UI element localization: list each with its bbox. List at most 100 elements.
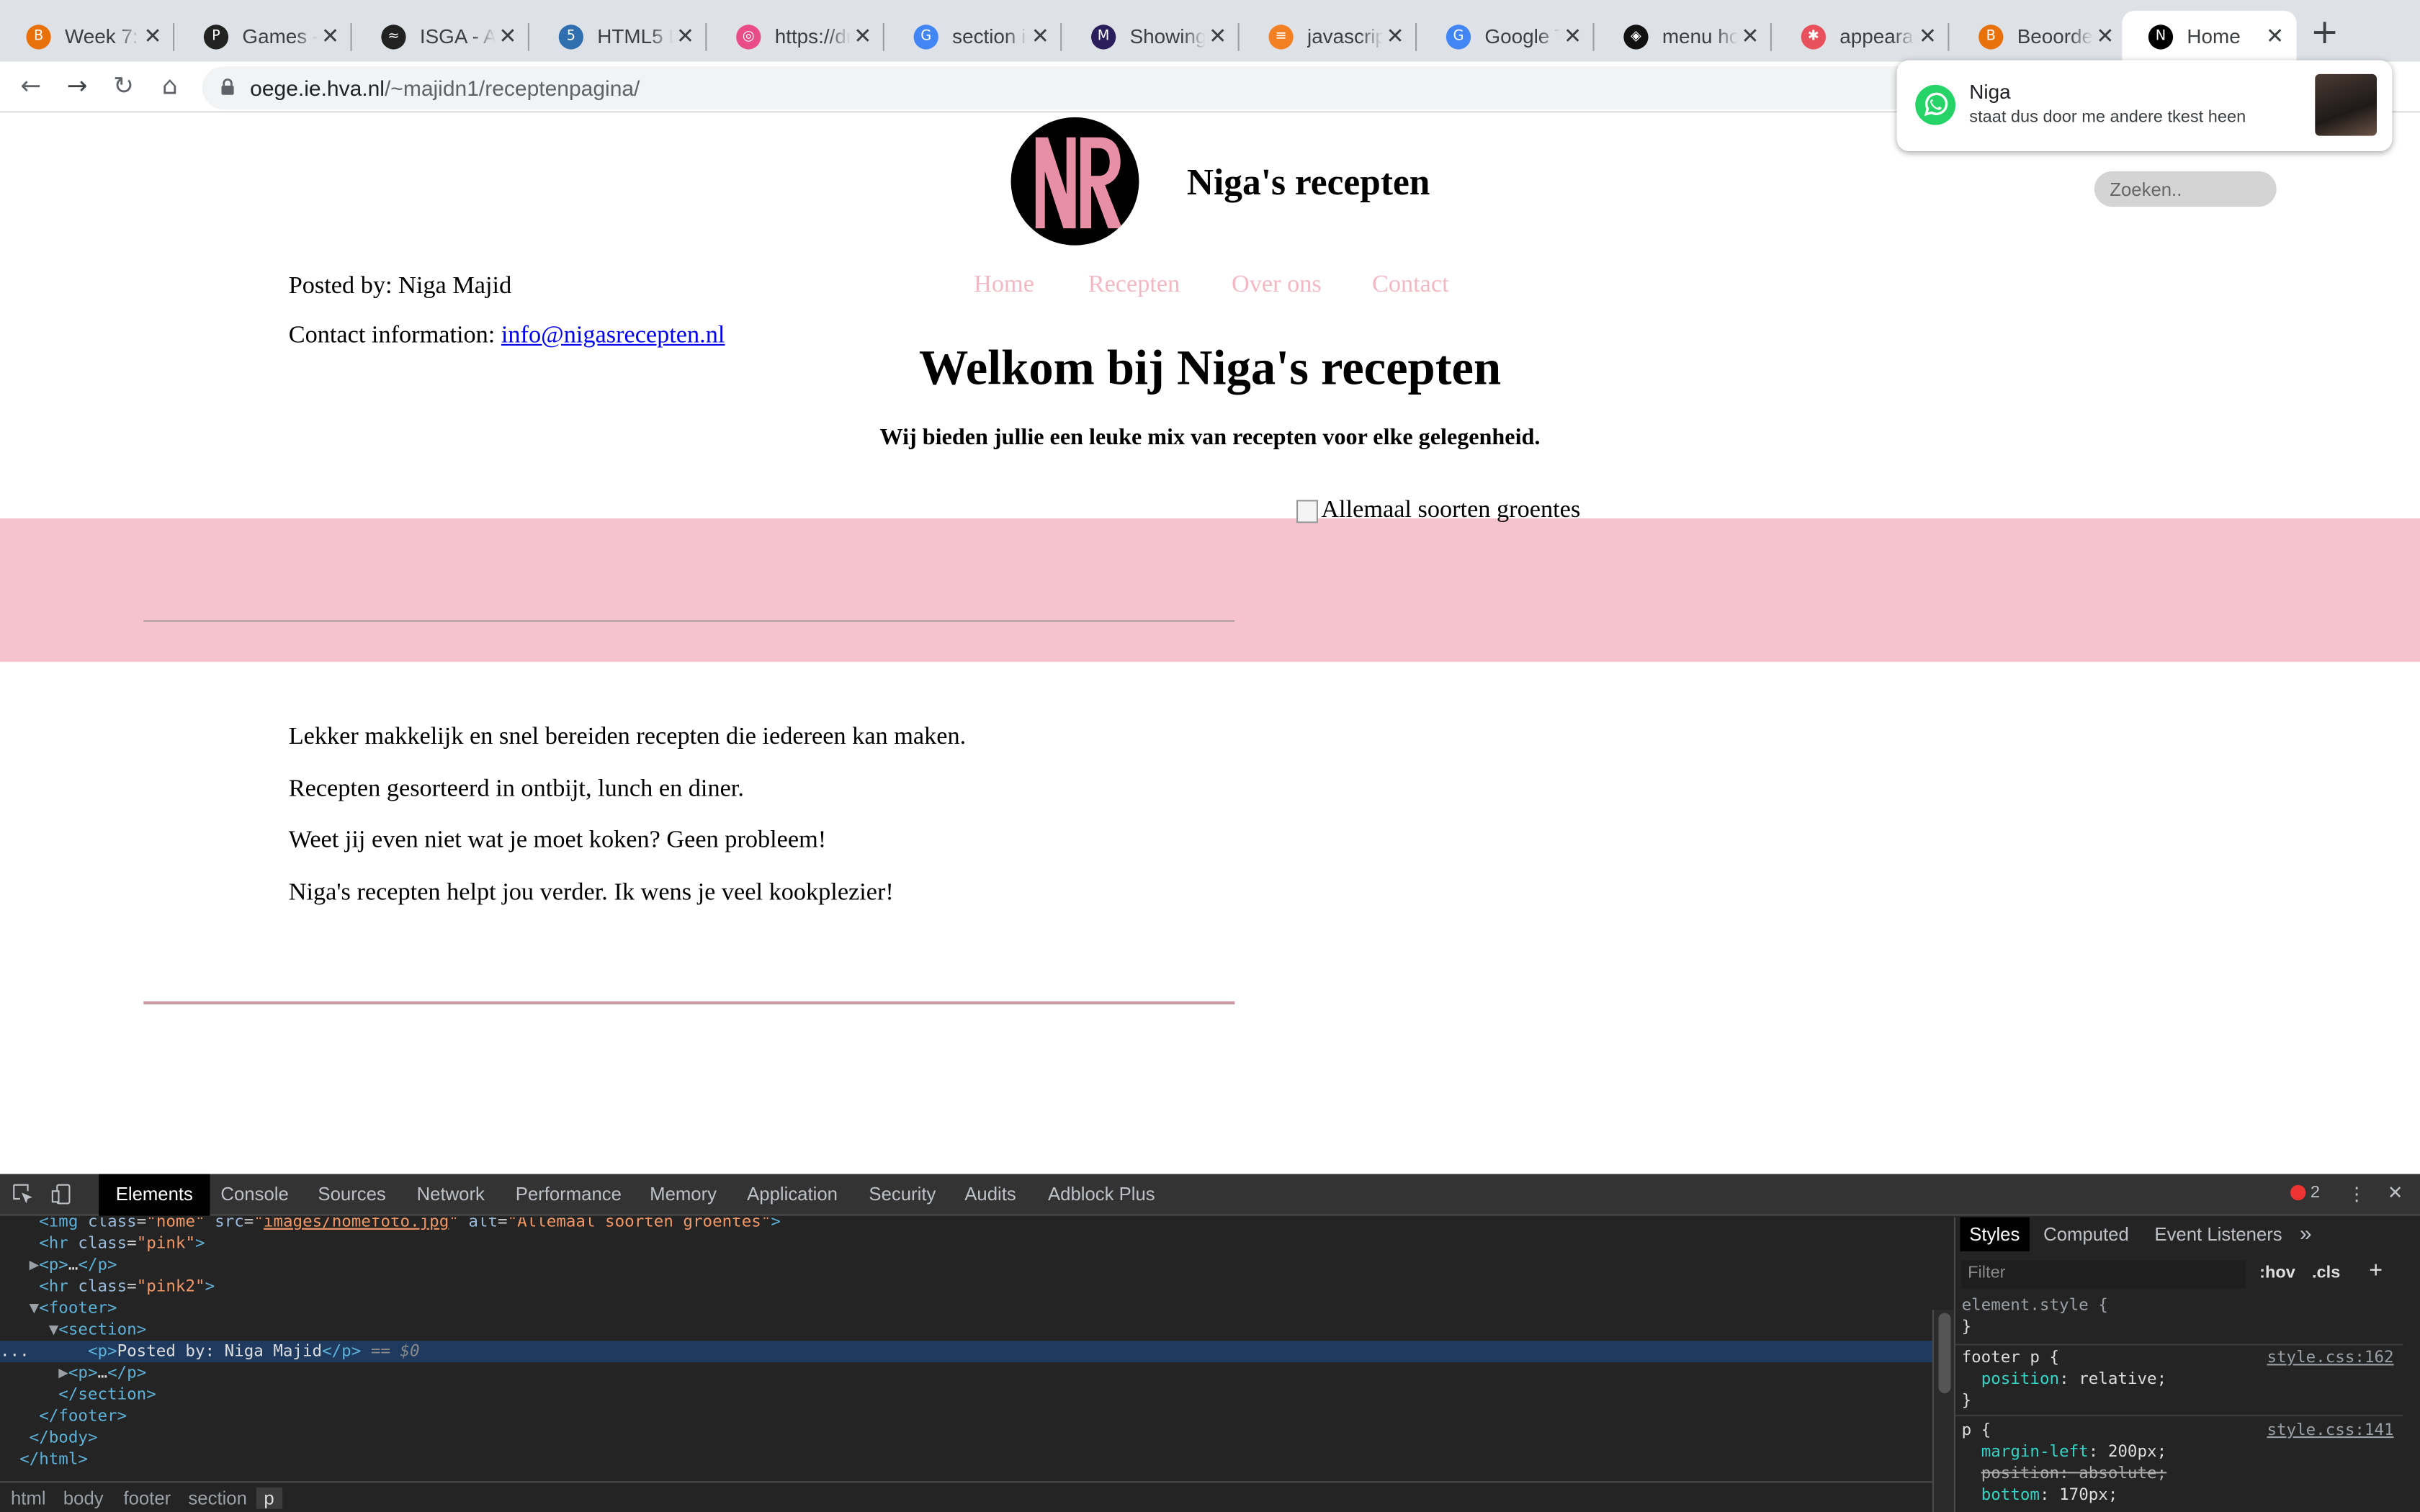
tab-close-icon[interactable]: ✕: [1738, 24, 1762, 48]
hov-toggle[interactable]: :hov: [2259, 1264, 2295, 1282]
devtools-tab-performance[interactable]: Performance: [516, 1184, 622, 1205]
browser-tab[interactable]: ◈ menu hove✕: [1597, 11, 1772, 62]
styles-filter-input[interactable]: Filter: [1961, 1260, 2246, 1289]
more-options-icon[interactable]: ⋮: [2346, 1184, 2367, 1205]
browser-tab[interactable]: Gsection in a✕: [887, 11, 1062, 62]
crumb-p[interactable]: p: [256, 1487, 282, 1509]
browser-tab[interactable]: M Showing re✕: [1065, 11, 1240, 62]
more-tabs-icon[interactable]: »: [2300, 1220, 2312, 1245]
rule-footer-p[interactable]: footer p { position: relative; } style.cs…: [1962, 1347, 2394, 1412]
nav-contact[interactable]: Contact: [1372, 271, 1449, 300]
nav-recepten[interactable]: Recepten: [1088, 271, 1180, 300]
devtools-tab-console[interactable]: Console: [220, 1184, 288, 1205]
devtools-tab-memory[interactable]: Memory: [650, 1184, 717, 1205]
dom-line-selected-p[interactable]: ... <p>Posted by: Niga Majid</p> == $0: [0, 1341, 1932, 1363]
rule1-close: }: [1961, 1391, 1972, 1410]
tab-close-icon[interactable]: ✕: [1915, 24, 1940, 48]
inspect-element-icon[interactable]: [12, 1184, 34, 1205]
error-count-badge[interactable]: 2: [2290, 1184, 2320, 1202]
browser-tab[interactable]: ≈ ISGA - Act✕: [355, 11, 529, 62]
event-listeners-tab[interactable]: Event Listeners: [2154, 1223, 2282, 1245]
dom-line-footer-close[interactable]: </footer>: [0, 1405, 1932, 1427]
broken-image: Allemaal soorten groentes: [1296, 497, 1580, 525]
rule-p[interactable]: p { margin-left: 200px; position: absolu…: [1962, 1419, 2394, 1506]
broken-image-icon: [1296, 499, 1318, 523]
tab-close-icon[interactable]: ✕: [2093, 24, 2118, 48]
rule2-prop2[interactable]: position: [1981, 1464, 2059, 1483]
search-input[interactable]: Zoeken..: [2094, 171, 2277, 207]
tab-close-icon[interactable]: ✕: [140, 24, 165, 48]
devtools-tab-network[interactable]: Network: [417, 1184, 485, 1205]
close-devtools-icon[interactable]: ✕: [2385, 1182, 2406, 1203]
styles-tab[interactable]: Styles: [1960, 1217, 2030, 1251]
rule2-value1[interactable]: 200px;: [2108, 1443, 2166, 1462]
crumb-section[interactable]: section: [188, 1488, 246, 1509]
tab-close-icon[interactable]: ✕: [2262, 24, 2287, 48]
dom-line-section-close[interactable]: </section>: [0, 1384, 1932, 1405]
tab-close-icon[interactable]: ✕: [673, 24, 697, 48]
rule2-source-link[interactable]: style.css:141: [2267, 1419, 2393, 1441]
computed-tab[interactable]: Computed: [2043, 1223, 2129, 1245]
paragraph-4: Niga's recepten helpt jou verder. Ik wen…: [288, 879, 894, 906]
devtools-tab-sources[interactable]: Sources: [318, 1184, 385, 1205]
browser-tab[interactable]: P Games - Pl✕: [177, 11, 352, 62]
elements-scrollbar[interactable]: [1932, 1310, 1954, 1512]
tab-separator: [1415, 23, 1417, 51]
devtools-tab-elements[interactable]: Elements: [99, 1174, 210, 1216]
dom-line-hr-pink[interactable]: <hr class="pink">: [0, 1233, 1932, 1254]
forward-arrow-icon[interactable]: →: [58, 68, 95, 104]
browser-tab[interactable]: ≡ javascript✕: [1242, 11, 1417, 62]
rule2-prop1[interactable]: margin-left: [1981, 1443, 2089, 1462]
rule2-value3[interactable]: 170px;: [2059, 1486, 2118, 1505]
tab-close-icon[interactable]: ✕: [851, 24, 875, 48]
crumb-html[interactable]: html: [11, 1488, 46, 1509]
reload-icon[interactable]: ↻: [105, 68, 142, 104]
dom-line-hr-pink2[interactable]: <hr class="pink2">: [0, 1276, 1932, 1297]
dom-line-body-close[interactable]: </body>: [0, 1427, 1932, 1449]
rule-element-style[interactable]: element.style { }: [1962, 1295, 2394, 1338]
rule1-value[interactable]: relative;: [2079, 1370, 2166, 1389]
back-arrow-icon[interactable]: ←: [12, 68, 49, 104]
dom-line-p2[interactable]: ▶<p>…</p>: [0, 1362, 1932, 1384]
dom-line-footer[interactable]: ▼<footer>: [0, 1297, 1932, 1319]
rule2-value2[interactable]: absolute;: [2079, 1464, 2166, 1483]
tab-title: Google Tra: [1484, 24, 1560, 48]
crumb-footer[interactable]: footer: [123, 1488, 171, 1509]
nav-over-ons[interactable]: Over ons: [1232, 271, 1322, 300]
device-toolbar-icon[interactable]: [51, 1184, 73, 1205]
devtools-tab-application[interactable]: Application: [747, 1184, 838, 1205]
crumb-body[interactable]: body: [63, 1488, 104, 1509]
dom-line-section[interactable]: ▼<section>: [0, 1319, 1932, 1341]
dom-line-html-close[interactable]: </html>: [0, 1449, 1932, 1470]
browser-tab[interactable]: 5 HTML5 Do✕: [532, 11, 707, 62]
home-icon[interactable]: ⌂: [151, 68, 188, 104]
rule1-prop[interactable]: position: [1981, 1370, 2059, 1389]
devtools-tab-adblock-plus[interactable]: Adblock Plus: [1048, 1184, 1155, 1205]
cls-toggle[interactable]: .cls: [2312, 1264, 2340, 1282]
tab-close-icon[interactable]: ✕: [1206, 24, 1230, 48]
browser-tab[interactable]: B Beoordelin✕: [1953, 11, 2127, 62]
tab-title: Week 7: Pr: [65, 24, 140, 48]
browser-tab[interactable]: G Google Tra✕: [1420, 11, 1595, 62]
tab-favicon-icon: ◈: [1623, 24, 1649, 49]
new-tab-button[interactable]: +: [2311, 14, 2339, 53]
add-rule-icon[interactable]: +: [2369, 1257, 2383, 1283]
rule2-prop3[interactable]: bottom: [1981, 1486, 2040, 1505]
rule1-source-link[interactable]: style.css:162: [2267, 1347, 2393, 1369]
nav-home[interactable]: Home: [974, 271, 1034, 300]
tab-close-icon[interactable]: ✕: [496, 24, 520, 48]
browser-tab[interactable]: ◎ https://drib✕: [710, 11, 884, 62]
devtools-tab-security[interactable]: Security: [869, 1184, 936, 1205]
browser-tab[interactable]: B Week 7: Pr✕: [0, 11, 175, 62]
tab-close-icon[interactable]: ✕: [1028, 24, 1052, 48]
tab-close-icon[interactable]: ✕: [318, 24, 342, 48]
tab-close-icon[interactable]: ✕: [1560, 24, 1585, 48]
browser-tab[interactable]: ✱ appearanc✕: [1775, 11, 1950, 62]
dom-line-img[interactable]: <img class="home" src="images/homefoto.j…: [0, 1218, 1932, 1233]
browser-tab[interactable]: N Home ✕: [2122, 11, 2297, 62]
dom-line-p-collapsed[interactable]: ▶<p>…</p>: [0, 1254, 1932, 1276]
devtools-tab-audits[interactable]: Audits: [964, 1184, 1016, 1205]
whatsapp-notification[interactable]: Niga staat dus door me andere tkest heen: [1896, 60, 2393, 151]
site-logo[interactable]: [1010, 117, 1139, 246]
tab-close-icon[interactable]: ✕: [1383, 24, 1407, 48]
